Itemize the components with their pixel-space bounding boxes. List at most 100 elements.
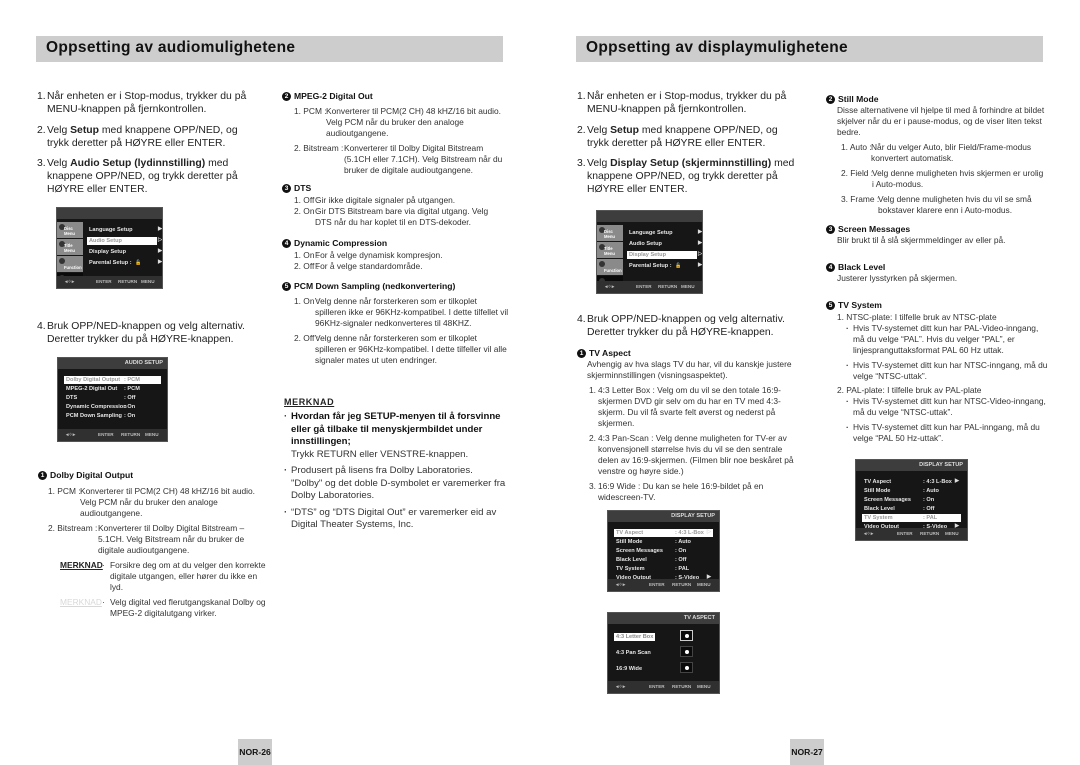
setting-label: Dolby Digital Output [66, 377, 121, 383]
setting-value: : On [923, 497, 935, 503]
tab-icon [599, 261, 605, 267]
menu-item-label: Audio Setup [629, 241, 662, 247]
merknad-heading: MERKNAD [284, 397, 335, 407]
section-pcm-down-sampling: 5 PCM Down Sampling (nedkonvertering) 1. … [282, 281, 510, 366]
setting-value: : 4:3 L-Box [923, 479, 952, 485]
setting-label: TV System [864, 515, 893, 521]
setting-row: PCM Down Sampling: On [64, 412, 161, 420]
number-badge: 4 [826, 263, 835, 272]
aspect-radio-button [680, 646, 693, 657]
note-block: MERKNAD Hvordan får jeg SETUP-menyen til… [284, 397, 506, 532]
menu-tab-disc-menu: Disc Menu [597, 225, 623, 241]
page-title: Oppsetting av displaymulighetene [586, 39, 848, 56]
merknad-label-faded: MERKNAD [60, 597, 102, 607]
setting-row: Dynamic Compression: On [64, 403, 161, 411]
section-dynamic-compression: 4 Dynamic Compression 1. On : For å velge … [282, 238, 507, 272]
setting-value: : 4:3 L-Box [675, 530, 704, 536]
footer-hint-enter: ENTER [649, 582, 665, 587]
setting-row: TV Aspect : 4:3 L-Box [614, 529, 713, 537]
osd-title: AUDIO SETUP [124, 360, 163, 366]
setting-row: Screen Messages: On [862, 496, 961, 504]
footer-hint-return: RETURN [118, 279, 138, 284]
footer-hint-enter: ENTER [649, 684, 665, 689]
page-number: NOR-27 [790, 739, 824, 765]
section-header-audio: Oppsetting av audiomulighetene [36, 36, 503, 62]
chevron-right-icon: ▶ [698, 240, 703, 246]
footer-hint-menu: MENU [681, 284, 695, 289]
setting-value: : PCM [124, 377, 140, 383]
footer-hint-return: RETURN [121, 432, 141, 437]
lock-icon: 🔓 [675, 263, 682, 269]
osd-footer: ◂⁘▸ ENTER RETURN MENU [608, 681, 719, 693]
navigation-icon: ◂⁘▸ [616, 582, 626, 588]
menu-item-label: Parental Setup : [89, 260, 132, 266]
footer-hint-enter: ENTER [96, 279, 112, 284]
setting-label: TV Aspect [864, 479, 892, 485]
setting-label: TV Aspect [616, 530, 644, 536]
setting-row: TV Aspect : 4:3 L-Box [862, 478, 961, 486]
osd-title-bar: AUDIO SETUP [58, 358, 167, 369]
setting-value: : Off [124, 395, 136, 401]
setting-value: : PCM [124, 386, 140, 392]
step-3: 3. Velg Audio Setup (lydinnstilling) med… [37, 158, 238, 195]
section-screen-messages: 3 Screen Messages Blir brukt til å slå sk… [826, 224, 1046, 246]
audio-setup-screen: AUDIO SETUP Dolby Digital Output: PCM MPEG… [57, 357, 168, 442]
step-2: 2. Velg Setup med knappene OPP/NED, og t… [577, 125, 778, 149]
menu-tab-function: Function [597, 259, 623, 275]
setting-row: Dolby Digital Output: PCM [64, 376, 161, 384]
section-tv-aspect: 1 TV Aspect Avhengig av hva slags TV du h… [577, 348, 802, 503]
setting-label: Black Level [864, 506, 895, 512]
chevron-right-icon: ▶ [158, 259, 163, 265]
section-dolby-digital-output: 1 Dolby Digital Output 1. PCM : Konvertere… [38, 470, 268, 619]
chevron-right-icon: ▷ [158, 237, 163, 243]
osd-footer: ◂⁘▸ ENTER RETURN MENU [57, 276, 162, 288]
osd-title-bar [57, 208, 162, 219]
osd-title-bar: TV ASPECT [608, 613, 719, 624]
aspect-option: 4:3 Letter Box [614, 633, 656, 641]
footer-hint-return: RETURN [672, 684, 692, 689]
setting-label: Dynamic Compression [66, 404, 127, 410]
tab-label: Title Menu [604, 246, 615, 256]
chevron-right-icon: ▷ [706, 529, 711, 535]
step-4: 4. Bruk OPP/NED-knappen og velg alternat… [577, 314, 785, 338]
display-setup-screen-tv-system: DISPLAY SETUP TV Aspect: 4:3 L-Box ▶ Still … [855, 459, 968, 541]
menu-item: Language Setup [627, 229, 697, 237]
menu-item: Display Setup [87, 248, 157, 256]
setting-label: Screen Messages [616, 548, 663, 554]
number-badge: 5 [826, 301, 835, 310]
menu-tab-title-menu: Title Menu [597, 242, 623, 258]
menu-item: Audio Setup [87, 237, 157, 245]
menu-item: Audio Setup [627, 240, 697, 248]
chevron-right-icon: ▷ [698, 251, 703, 257]
setting-value: : Off [675, 557, 687, 563]
aspect-radio-button [680, 662, 693, 673]
section-still-mode: 2 Still Mode Disse alternativene vil hjel… [826, 94, 1046, 216]
osd-footer: ◂⁘▸ ENTER RETURN MENU [608, 579, 719, 591]
menu-tab-disc-menu: Disc Menu [57, 222, 83, 238]
step-2: 2. Velg Setup med knappene OPP/NED, og t… [37, 125, 238, 149]
lock-icon: 🔓 [135, 260, 142, 266]
footer-hint-menu: MENU [945, 531, 959, 536]
page-title: Oppsetting av audiomulighetene [46, 39, 296, 56]
footer-hint-return: RETURN [672, 582, 692, 587]
setting-row: TV System: PAL [862, 514, 961, 522]
setup-menu-screen: Disc MenuTitle MenuFunctionSetupLanguage… [596, 210, 703, 294]
osd-title-bar [597, 211, 702, 222]
menu-item-label: Display Setup [629, 252, 666, 258]
setting-label: Black Level [616, 557, 647, 563]
footer-hint-enter: ENTER [98, 432, 114, 437]
menu-item-label: Language Setup [89, 227, 133, 233]
setting-label: TV System [616, 566, 645, 572]
setting-row: DTS: Off [64, 394, 161, 402]
menu-tab-title-menu: Title Menu [57, 239, 83, 255]
menu-item-label: Display Setup [89, 249, 126, 255]
footer-hint-menu: MENU [697, 582, 711, 587]
footer-hint-enter: ENTER [636, 284, 652, 289]
menu-item: Parental Setup : 🔓 [87, 259, 157, 267]
footer-hint-return: RETURN [658, 284, 678, 289]
setup-menu-screen: Disc MenuTitle MenuFunctionSetupLanguage… [56, 207, 163, 289]
osd-footer: ◂⁘▸ ENTER RETURN MENU [856, 528, 967, 540]
osd-title: DISPLAY SETUP [919, 462, 963, 468]
step-3: 3. Velg Display Setup (skjerminnstilling… [577, 158, 795, 195]
number-badge: 3 [282, 184, 291, 193]
